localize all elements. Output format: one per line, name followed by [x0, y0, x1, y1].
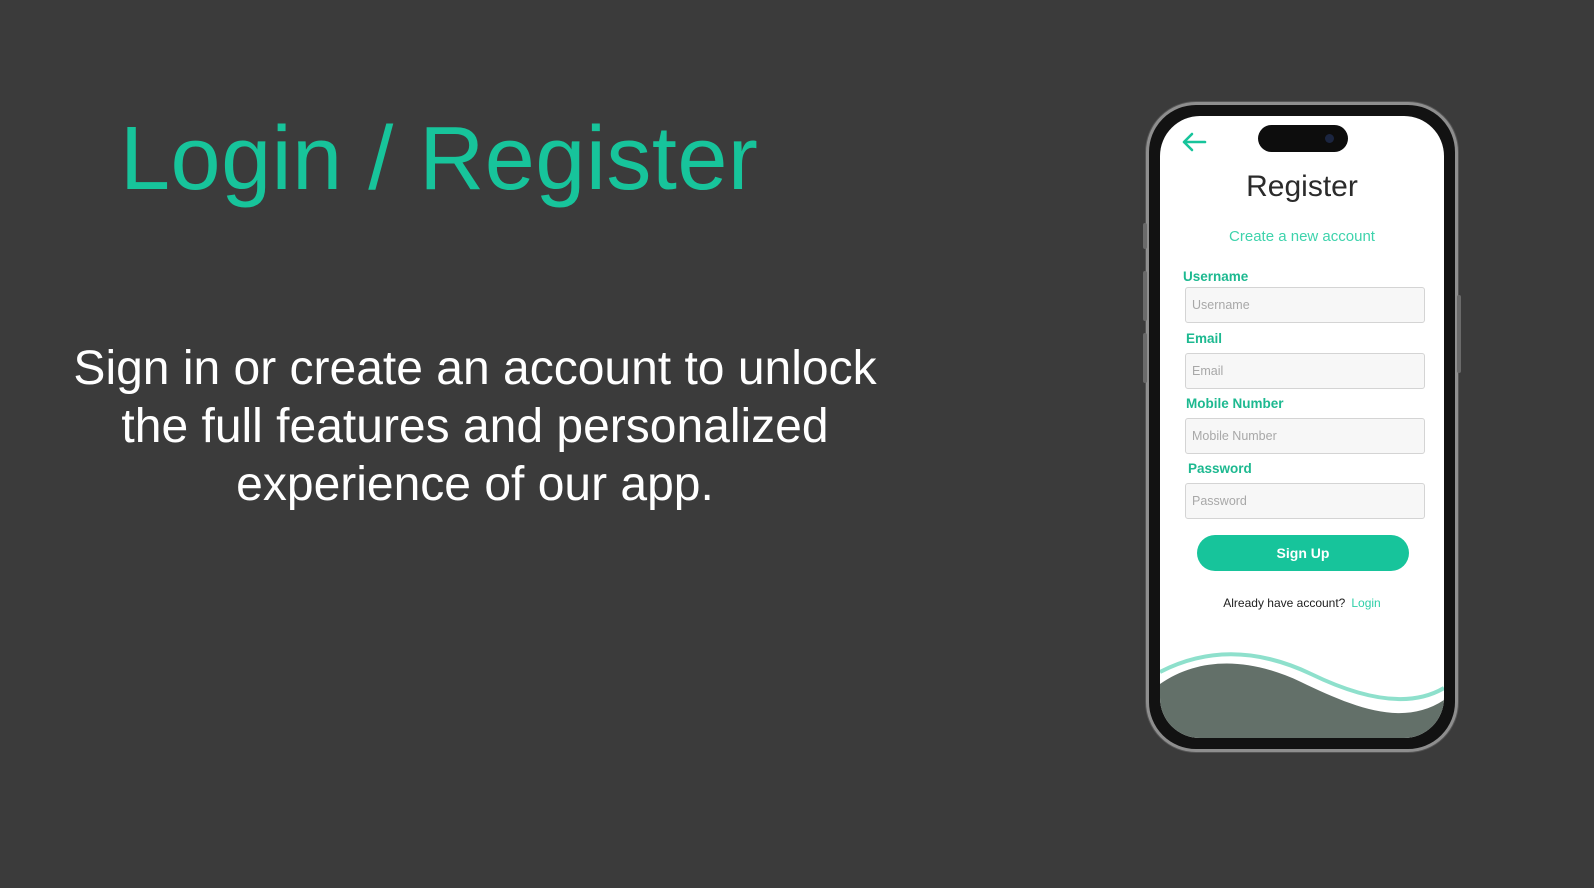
sign-up-button[interactable]: Sign Up	[1197, 535, 1409, 571]
phone-volume-down-button	[1143, 333, 1147, 383]
phone-action-button	[1143, 223, 1147, 249]
login-link[interactable]: Login	[1351, 596, 1380, 610]
email-label: Email	[1186, 331, 1223, 346]
arrow-left-icon[interactable]	[1180, 130, 1208, 154]
username-input[interactable]	[1185, 287, 1425, 323]
username-label: Username	[1183, 269, 1249, 284]
phone-mockup: Register Create a new account Username E…	[1143, 102, 1461, 752]
slide-title: Login / Register	[120, 109, 759, 209]
dynamic-island	[1258, 125, 1348, 152]
wave-decoration	[1160, 652, 1444, 738]
mobile-number-label: Mobile Number	[1186, 396, 1284, 411]
login-prompt: Already have account? Login	[1160, 596, 1444, 610]
register-title: Register	[1246, 170, 1358, 203]
password-input[interactable]	[1185, 483, 1425, 519]
phone-screen: Register Create a new account Username E…	[1160, 116, 1444, 738]
register-subtitle: Create a new account	[1229, 228, 1375, 245]
account-question: Already have account?	[1223, 596, 1346, 610]
email-input[interactable]	[1185, 353, 1425, 389]
slide-description: Sign in or create an account to unlock t…	[73, 342, 877, 511]
phone-power-button	[1457, 295, 1461, 373]
camera-icon	[1325, 134, 1334, 143]
phone-volume-up-button	[1143, 271, 1147, 321]
password-label: Password	[1188, 461, 1252, 476]
mobile-number-input[interactable]	[1185, 418, 1425, 454]
